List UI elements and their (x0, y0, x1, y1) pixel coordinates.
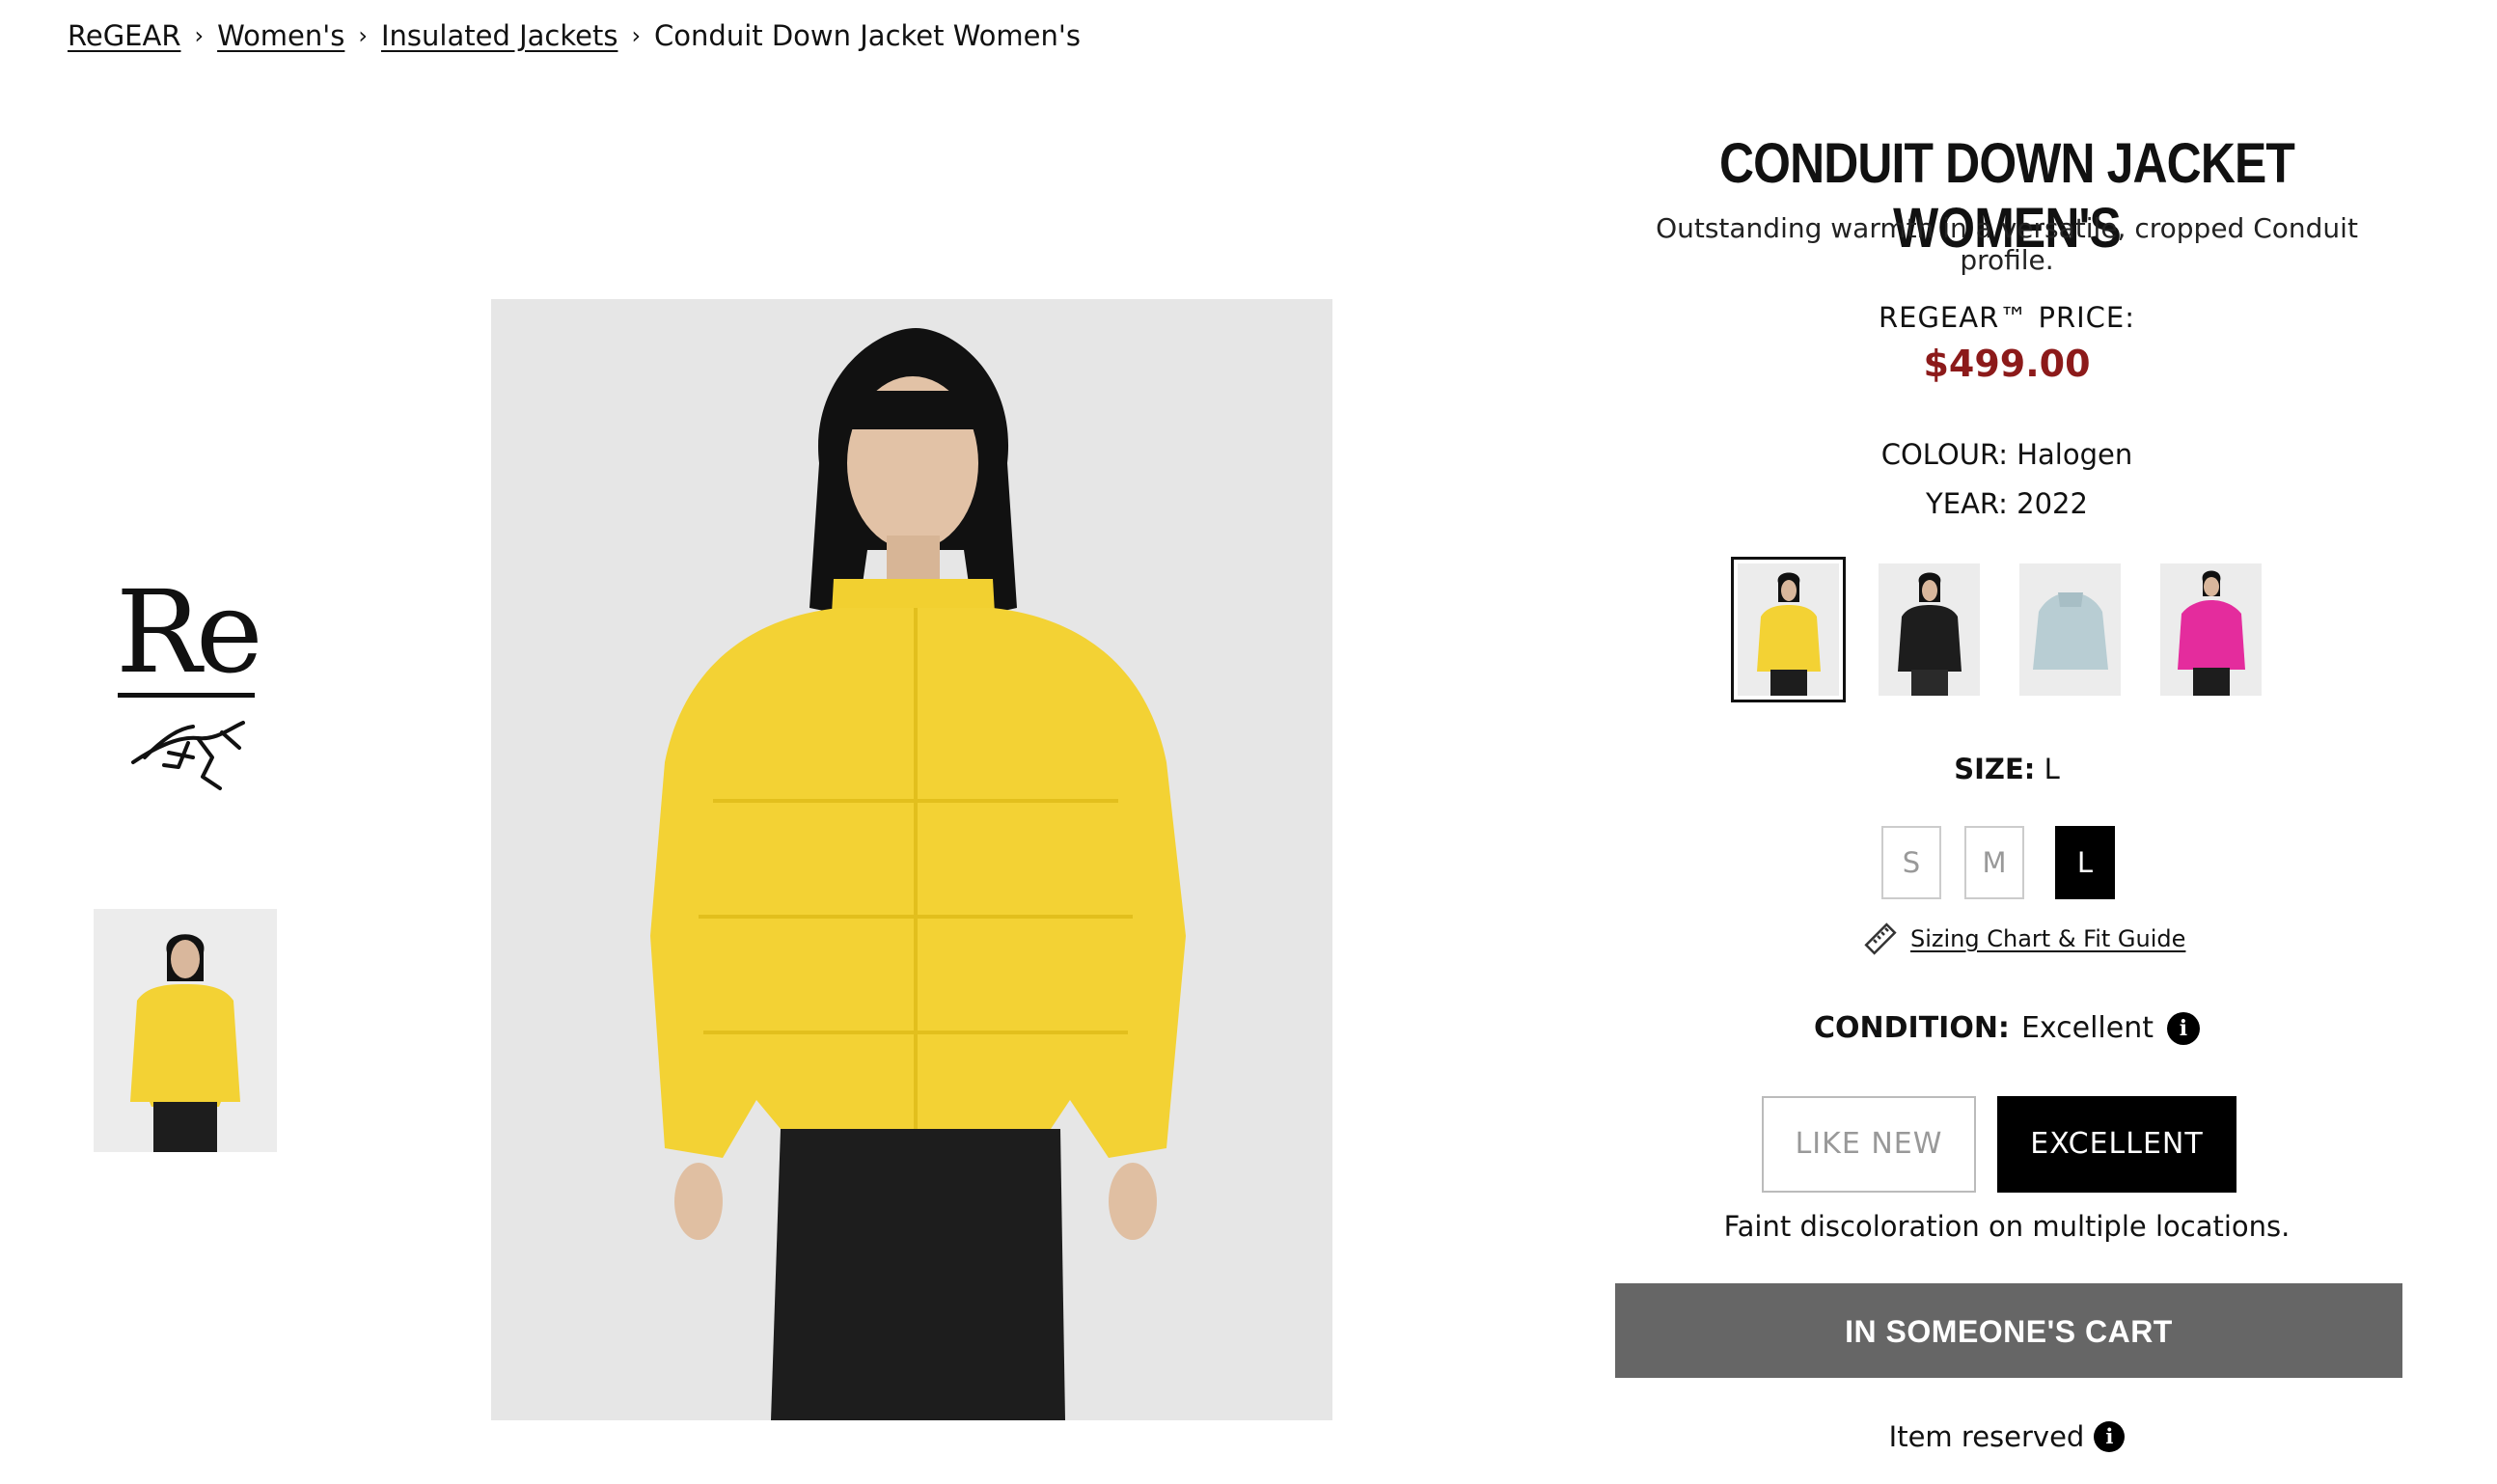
size-option-s[interactable]: S (1881, 826, 1941, 899)
colour-swatches (1731, 557, 2272, 702)
condition-description: Faint discoloration on multiple location… (1723, 1210, 2291, 1243)
condition-row: CONDITION: Excellent i (1611, 1011, 2402, 1045)
ruler-icon (1864, 922, 1897, 955)
swatch-light-blue[interactable] (2019, 563, 2121, 696)
regear-logo-thumbnail[interactable]: Re (92, 569, 275, 820)
swatch-black-image (1879, 563, 1980, 696)
size-label: SIZE: (1954, 753, 2036, 785)
sizing-chart-link[interactable]: Sizing Chart & Fit Guide (1910, 925, 2185, 952)
swatch-halogen[interactable] (1731, 557, 1846, 702)
info-icon[interactable]: i (2166, 1011, 2200, 1045)
main-product-image[interactable] (491, 299, 1332, 1420)
regear-logo-text: Re (116, 565, 263, 699)
reserved-info-icon[interactable]: i (2094, 1421, 2126, 1452)
product-thumbnail[interactable] (94, 909, 277, 1152)
condition-value: Excellent (2020, 1011, 2154, 1045)
swatch-pink[interactable] (2160, 563, 2262, 696)
jacket-model-image (491, 299, 1332, 1420)
size-option-l[interactable]: L (2055, 826, 2115, 899)
product-price: $499.00 (1923, 343, 2091, 385)
price-label: REGEAR™ PRICE: (1878, 301, 2135, 334)
item-reserved-row: Item reserved i (1611, 1420, 2402, 1453)
swatch-light-blue-image (2019, 563, 2121, 696)
breadcrumb: ReGEAR › Women's › Insulated Jackets › C… (68, 19, 1081, 52)
arcteryx-bird-icon (131, 721, 245, 790)
item-reserved-text: Item reserved (1888, 1420, 2085, 1453)
breadcrumb-regear[interactable]: ReGEAR (68, 19, 180, 52)
breadcrumb-insulated-jackets[interactable]: Insulated Jackets (381, 19, 617, 52)
size-option-m[interactable]: M (1964, 826, 2024, 899)
breadcrumb-separator: › (194, 22, 205, 49)
breadcrumb-current: Conduit Down Jacket Women's (654, 19, 1081, 52)
breadcrumb-separator: › (631, 22, 642, 49)
breadcrumb-womens[interactable]: Women's (217, 19, 344, 52)
in-someones-cart-button[interactable]: IN SOMEONE'S CART (1615, 1283, 2402, 1378)
product-subtitle: Outstanding warmth in a versatile, cropp… (1656, 212, 2358, 276)
jacket-model-thumbnail-image (94, 909, 277, 1152)
swatch-halogen-image (1738, 563, 1839, 696)
size-value: L (2044, 753, 2060, 785)
condition-like-new-button[interactable]: LIKE NEW (1762, 1096, 1976, 1193)
condition-excellent-button[interactable]: EXCELLENT (1997, 1096, 2236, 1193)
condition-label: CONDITION: (1814, 1011, 2010, 1045)
breadcrumb-separator: › (358, 22, 368, 49)
logo-underline (118, 693, 255, 698)
swatch-black[interactable] (1879, 563, 1980, 696)
colour-text: COLOUR: Halogen (1880, 438, 2133, 471)
year-text: YEAR: 2022 (1926, 487, 2088, 520)
swatch-pink-image (2160, 563, 2262, 696)
size-label-line: SIZE: L (1611, 753, 2402, 785)
sizing-chart-row: Sizing Chart & Fit Guide (1862, 921, 2185, 957)
